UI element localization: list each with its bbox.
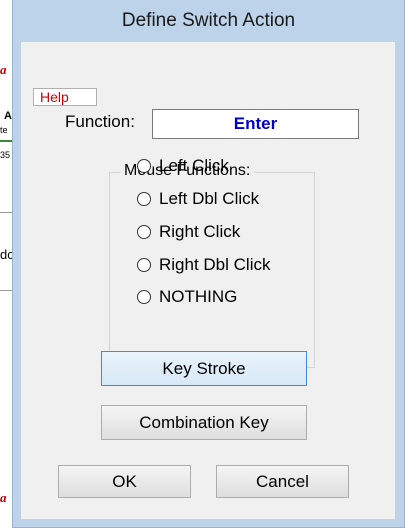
- background-fragment: 35: [0, 150, 11, 160]
- radio-button[interactable]: [137, 290, 151, 304]
- background-window: a A te 35 dc a: [0, 0, 14, 529]
- radio-right-dbl-click[interactable]: Right Dbl Click: [137, 254, 270, 276]
- background-divider: [0, 212, 12, 213]
- radio-button[interactable]: [137, 159, 151, 173]
- radio-label: Right Dbl Click: [159, 255, 271, 274]
- define-switch-action-dialog: Define Switch Action Help Function: Ente…: [12, 0, 405, 528]
- radio-left-dbl-click[interactable]: Left Dbl Click: [137, 188, 259, 210]
- radio-button[interactable]: [137, 258, 151, 272]
- title-bar[interactable]: Define Switch Action: [13, 0, 404, 42]
- function-value-field[interactable]: Enter: [152, 109, 359, 139]
- combination-key-button[interactable]: Combination Key: [101, 405, 307, 440]
- dialog-client-area: Help Function: Enter Mouse Functions: Le…: [21, 42, 395, 519]
- function-label: Function:: [65, 112, 135, 131]
- dialog-title: Define Switch Action: [121, 10, 296, 31]
- radio-nothing[interactable]: NOTHING: [137, 286, 237, 308]
- background-fragment: a: [0, 62, 7, 77]
- radio-left-click[interactable]: Left Click: [137, 155, 229, 177]
- radio-label: Left Dbl Click: [159, 189, 260, 208]
- ok-button[interactable]: OK: [58, 465, 191, 498]
- background-fragment: A: [4, 110, 12, 122]
- background-fragment: a: [0, 490, 7, 505]
- key-stroke-button[interactable]: Key Stroke: [101, 351, 307, 386]
- radio-button[interactable]: [137, 192, 151, 206]
- cancel-button[interactable]: Cancel: [216, 465, 349, 498]
- radio-label: Right Click: [159, 222, 241, 241]
- radio-label: NOTHING: [159, 287, 238, 306]
- radio-button[interactable]: [137, 225, 151, 239]
- radio-right-click[interactable]: Right Click: [137, 221, 240, 243]
- background-fragment: te: [0, 125, 8, 135]
- radio-label: Left Click: [159, 156, 229, 175]
- background-divider: [0, 290, 12, 291]
- help-menu[interactable]: Help: [33, 88, 97, 106]
- background-divider: [0, 140, 12, 142]
